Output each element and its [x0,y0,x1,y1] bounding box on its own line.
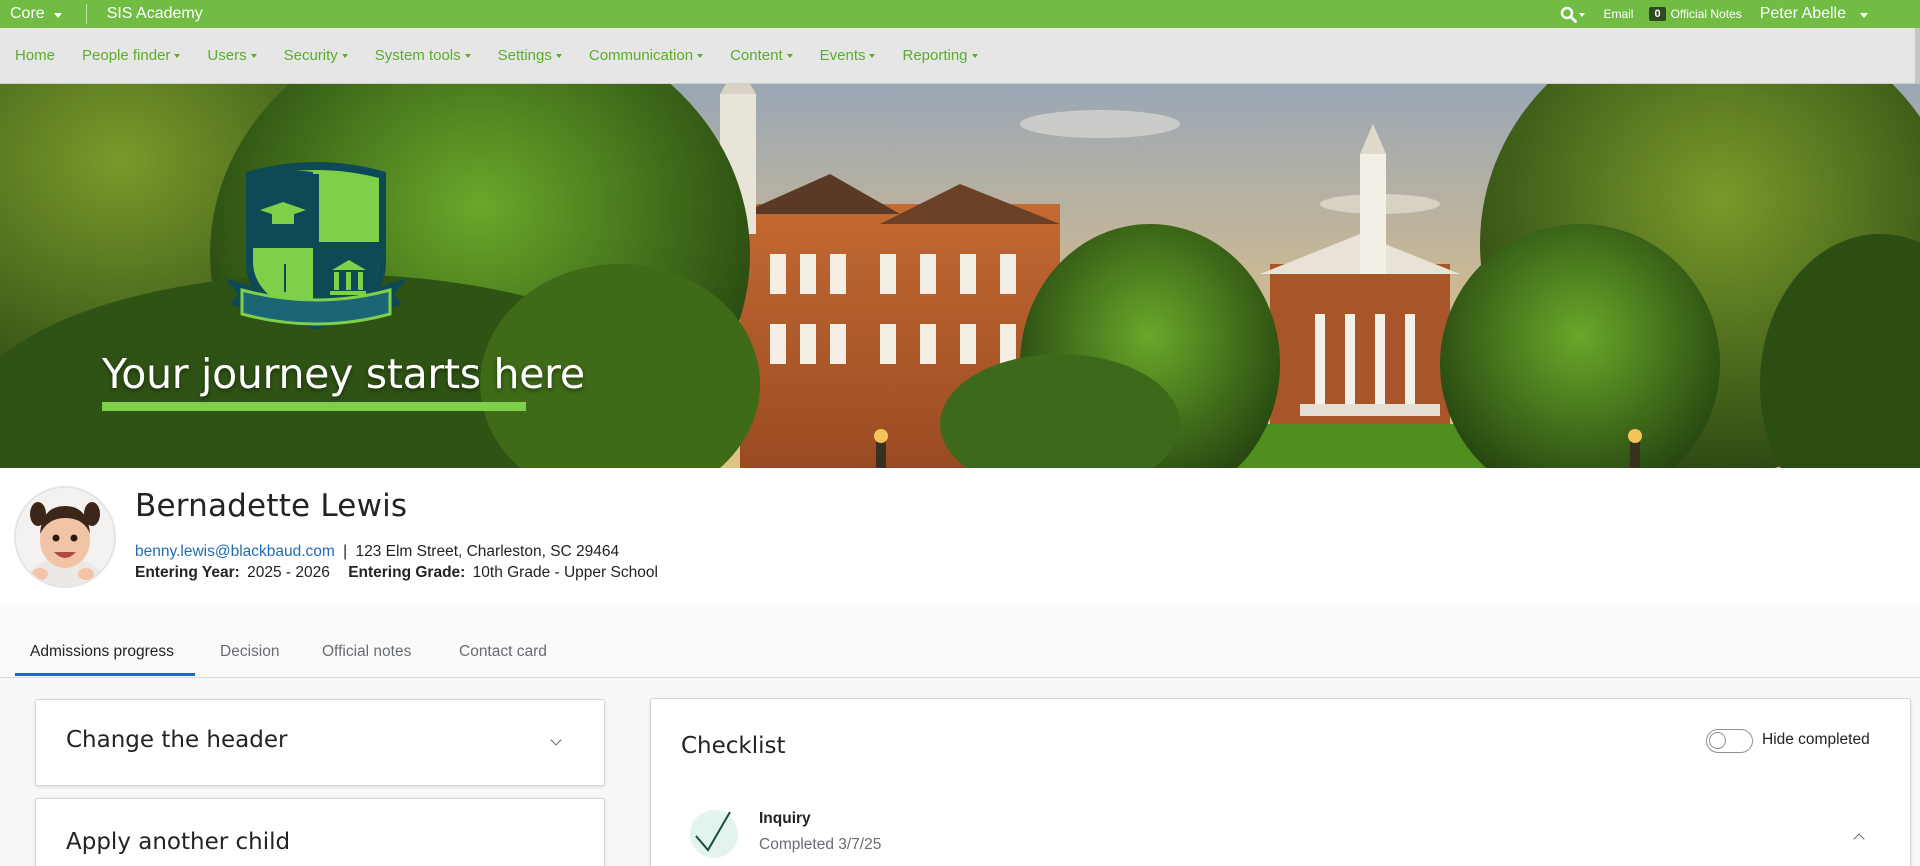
nav-item-home[interactable]: Home [15,47,55,64]
nav-item-label: Security [283,47,338,64]
change-header-panel[interactable]: Change the header [35,699,605,786]
apply-another-child-title: Apply another child [66,829,291,855]
user-menu[interactable]: Peter Abelle [1760,5,1868,23]
student-photo [16,488,114,586]
active-tab-indicator [15,673,195,676]
hero-tagline: Your journey starts here [102,350,585,398]
caret-down-icon [1860,12,1868,18]
school-crest-logo [224,162,408,330]
nav-item-users[interactable]: Users [207,47,257,64]
entering-year-value: 2025 - 2026 [247,564,330,581]
entering-grade-label: Entering Grade: [348,564,466,581]
entering-year-label: Entering Year: [135,564,240,581]
caret-down-icon [555,54,562,58]
nav-item-people-finder[interactable]: People finder [82,47,181,64]
caret-down-icon [341,54,348,58]
nav-item-events[interactable]: Events [820,47,876,64]
student-profile-header: Bernadette Lewis benny.lewis@blackbaud.c… [0,468,1920,607]
nav-item-communication[interactable]: Communication [588,47,704,64]
hero-banner: Your journey starts here [0,84,1920,468]
top-bar: Core SIS Academy Email 0 Official Notes … [0,0,1920,28]
nav-item-system-tools[interactable]: System tools [375,47,471,64]
entering-grade-value: 10th Grade - Upper School [472,564,658,581]
caret-down-icon [869,54,876,58]
hide-completed-toggle[interactable] [1706,729,1753,753]
change-header-title: Change the header [66,727,288,753]
divider [85,4,87,24]
main-navigation: Home People finder Users Security System… [0,28,1920,84]
nav-item-label: People finder [82,47,171,64]
caret-down-icon [971,54,978,58]
nav-item-label: Events [819,47,866,64]
nav-item-label: System tools [374,47,461,64]
contact-line: benny.lewis@blackbaud.com | 123 Elm Stre… [135,543,619,561]
tab-official-notes[interactable]: Official notes [322,643,411,661]
caret-down-icon [174,54,181,58]
student-name: Bernadette Lewis [135,488,408,524]
nav-item-label: Home [15,47,56,64]
tab-bar: Admissions progress Decision Official no… [0,607,1920,678]
official-notes-count-badge: 0 [1649,7,1666,21]
checklist-item-status-text: Completed 3/7/25 [759,836,882,853]
caret-down-icon [53,12,62,18]
nav-item-label: Reporting [902,47,968,64]
user-name: Peter Abelle [1759,5,1846,22]
nav-item-security[interactable]: Security [284,47,348,64]
nav-item-reporting[interactable]: Reporting [902,47,978,64]
official-notes-label: Official Notes [1670,7,1742,21]
tab-contact-card[interactable]: Contact card [459,643,547,661]
caret-down-icon [464,54,471,58]
checklist-item-status [690,810,738,858]
student-email-link[interactable]: benny.lewis@blackbaud.com [135,543,335,560]
app-switcher-label: Core [10,5,45,22]
nav-item-label: Settings [497,47,552,64]
chevron-down-icon [550,734,562,746]
top-bar-right: Email 0 Official Notes Peter Abelle [1560,0,1920,28]
toggle-knob [1709,732,1726,749]
nav-item-content[interactable]: Content [730,47,793,64]
caret-down-icon [697,54,704,58]
official-notes-link[interactable]: 0 Official Notes [1649,7,1742,21]
nav-item-label: Communication [588,47,694,64]
school-name[interactable]: SIS Academy [107,5,203,23]
search-icon [1561,6,1578,23]
caret-down-icon [786,54,793,58]
caret-down-icon [250,54,257,58]
email-link[interactable]: Email [1603,7,1633,21]
avatar [14,486,116,588]
nav-item-settings[interactable]: Settings [498,47,562,64]
tab-admissions-progress[interactable]: Admissions progress [30,643,174,661]
hero-tagline-underline [102,402,526,411]
checklist-title: Checklist [681,733,786,759]
enrollment-line: Entering Year: 2025 - 2026 Entering Grad… [135,564,658,582]
search-button[interactable] [1560,6,1586,23]
nav-item-label: Users [207,47,247,64]
hide-completed-label: Hide completed [1762,731,1870,748]
caret-down-icon [1579,13,1586,17]
separator: | [343,543,348,560]
apply-another-child-panel[interactable]: Apply another child [35,798,605,866]
checklist-item-title[interactable]: Inquiry [759,810,811,828]
nav-item-label: Content [730,47,783,64]
tab-decision[interactable]: Decision [220,643,279,661]
student-address: 123 Elm Street, Charleston, SC 29464 [355,543,620,560]
checkmark-icon [695,811,731,852]
app-switcher[interactable]: Core [0,0,62,28]
